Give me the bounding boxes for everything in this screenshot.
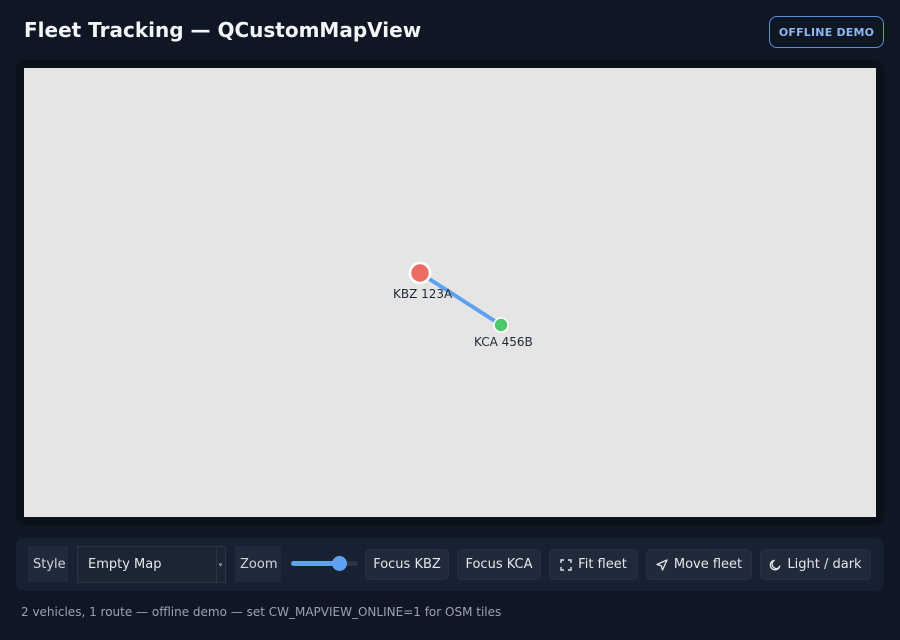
fit-frame-icon	[560, 558, 572, 571]
header: Fleet Tracking — QCustomMapView OFFLINE …	[0, 0, 900, 64]
vehicle-label-kbz: KBZ 123A	[393, 287, 453, 301]
zoom-label: Zoom	[235, 546, 281, 582]
chevron-down-icon: ▾	[216, 547, 224, 582]
map-view[interactable]: KBZ 123A KCA 456B	[24, 68, 876, 517]
light-dark-button[interactable]: Light / dark	[760, 549, 871, 580]
focus-kbz-label: Focus KBZ	[373, 557, 441, 572]
style-label: Style	[28, 546, 68, 582]
vehicle-marker-kca[interactable]	[493, 317, 509, 333]
zoom-slider[interactable]	[291, 556, 358, 572]
fit-fleet-label: Fit fleet	[578, 557, 627, 572]
light-dark-label: Light / dark	[787, 557, 862, 572]
focus-kca-button[interactable]: Focus KCA	[457, 549, 541, 580]
map-toolbar: Style Empty Map ▾ Zoom Focus KBZ Focus K…	[16, 538, 884, 591]
zoom-slider-handle[interactable]	[331, 556, 347, 571]
style-select-value: Empty Map	[88, 557, 162, 572]
focus-kbz-button[interactable]: Focus KBZ	[365, 549, 449, 580]
style-select[interactable]: Empty Map ▾	[77, 546, 226, 583]
moon-icon	[770, 559, 781, 570]
offline-demo-badge: OFFLINE DEMO	[769, 16, 884, 48]
page-title: Fleet Tracking — QCustomMapView	[24, 18, 422, 42]
fit-fleet-button[interactable]: Fit fleet	[549, 549, 638, 580]
navigation-arrow-icon	[656, 558, 668, 571]
status-bar-text: 2 vehicles, 1 route — offline demo — set…	[21, 605, 502, 619]
map-frame: KBZ 123A KCA 456B	[16, 60, 884, 525]
move-fleet-label: Move fleet	[673, 557, 743, 572]
move-fleet-button[interactable]: Move fleet	[646, 549, 752, 580]
focus-kca-label: Focus KCA	[465, 557, 533, 572]
vehicle-marker-kbz[interactable]	[408, 261, 432, 285]
vehicle-label-kca: KCA 456B	[474, 335, 533, 349]
